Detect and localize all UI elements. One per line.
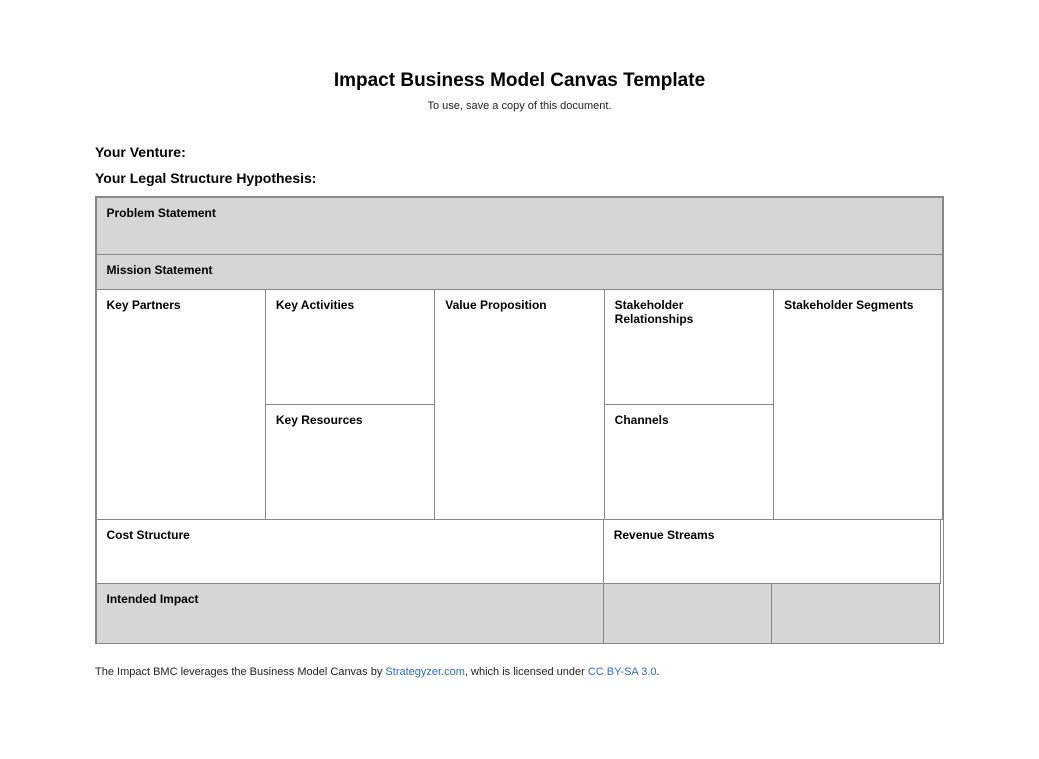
document-page: Impact Business Model Canvas Template To… (0, 0, 1039, 759)
mission-statement-cell: Mission Statement (96, 254, 943, 290)
page-title: Impact Business Model Canvas Template (95, 70, 944, 92)
value-proposition-col: Value Proposition (435, 289, 604, 519)
stakeholder-relationships-cell: Stakeholder Relationships (604, 289, 774, 405)
stakeholder-segments-cell: Stakeholder Segments (773, 289, 943, 520)
intended-impact-cell: Intended Impact (96, 583, 604, 644)
impact-blank-1 (603, 583, 772, 644)
relationships-channels-col: Stakeholder Relationships Channels (604, 289, 773, 519)
activities-resources-col: Key Activities Key Resources (265, 289, 434, 519)
cost-structure-cell: Cost Structure (96, 519, 604, 584)
cc-license-link[interactable]: CC BY-SA 3.0 (588, 666, 657, 678)
value-proposition-cell: Value Proposition (434, 289, 604, 520)
strategyzer-link[interactable]: Strategyzer.com (385, 666, 464, 678)
footer-text-pre: The Impact BMC leverages the Business Mo… (95, 666, 385, 678)
key-partners-cell: Key Partners (96, 289, 266, 520)
footer-text-mid: , which is licensed under (465, 666, 588, 678)
meta-block: Your Venture: Your Legal Structure Hypot… (95, 144, 944, 186)
footer-attribution: The Impact BMC leverages the Business Mo… (95, 666, 944, 678)
channels-cell: Channels (604, 404, 774, 520)
key-partners-col: Key Partners (96, 289, 265, 519)
footer-text-post: . (657, 666, 660, 678)
page-subtitle: To use, save a copy of this document. (95, 100, 944, 112)
key-activities-cell: Key Activities (265, 289, 435, 405)
stakeholder-segments-col: Stakeholder Segments (774, 289, 943, 519)
canvas-grid: Problem Statement Mission Statement Key … (95, 196, 944, 644)
impact-blank-2 (771, 583, 940, 644)
key-resources-cell: Key Resources (265, 404, 435, 520)
problem-statement-cell: Problem Statement (96, 197, 943, 255)
legal-structure-label: Your Legal Structure Hypothesis: (95, 170, 944, 186)
revenue-streams-cell: Revenue Streams (603, 519, 942, 584)
venture-label: Your Venture: (95, 144, 944, 160)
